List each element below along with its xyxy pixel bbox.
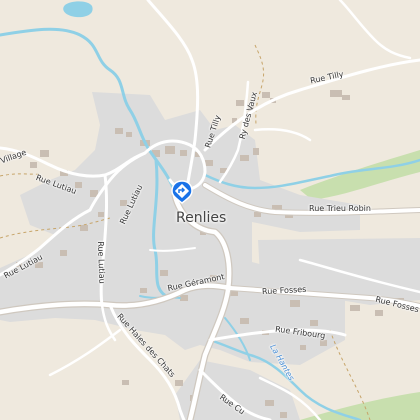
- town-label[interactable]: Renlies: [176, 210, 226, 226]
- location-marker[interactable]: [170, 180, 194, 204]
- directions-pin-icon: [171, 180, 193, 204]
- map-view[interactable]: Renlies Rue Tilly Rue Tilly Ry des Vaux …: [0, 0, 420, 420]
